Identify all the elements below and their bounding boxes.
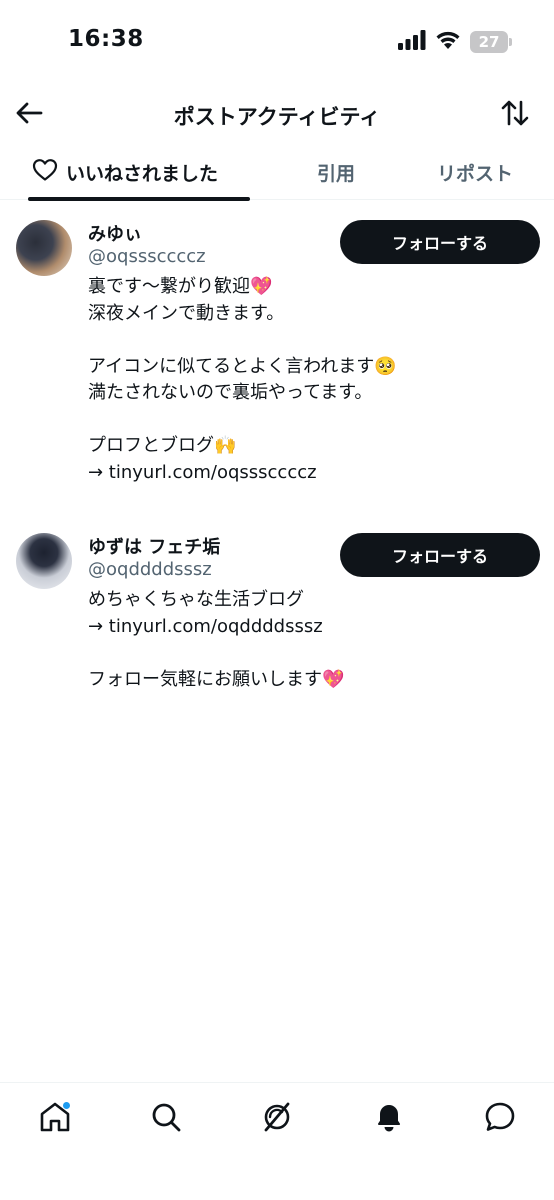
nav-messages[interactable] <box>480 1099 520 1139</box>
follow-button[interactable]: フォローする <box>340 220 540 264</box>
nav-grok[interactable] <box>257 1099 297 1139</box>
cellular-signal-icon <box>398 30 426 54</box>
sort-button[interactable] <box>498 98 532 132</box>
avatar[interactable] <box>16 220 72 276</box>
nav-home[interactable] <box>35 1099 75 1139</box>
status-bar: 16:38 27 <box>0 0 554 80</box>
bio-line <box>88 327 528 354</box>
bio-line <box>88 407 528 434</box>
user-name[interactable]: みゆぃ <box>88 220 142 246</box>
tab-likes-label: いいねされました <box>65 162 218 185</box>
bio-line: プロフとブログ🙌 <box>88 435 237 456</box>
tab-quotes-label: 引用 <box>316 162 355 185</box>
nav-search[interactable] <box>146 1099 186 1139</box>
sort-arrows-icon <box>500 99 530 131</box>
tab-reposts-label: リポスト <box>436 162 513 185</box>
header: ポストアクティビティ <box>0 92 554 138</box>
bio-line: アイコンに似てるとよく言われます🥺 <box>88 355 397 377</box>
wifi-icon <box>435 30 461 54</box>
battery-indicator: 27 <box>470 31 512 53</box>
nav-notifications[interactable] <box>369 1099 409 1139</box>
active-tab-indicator <box>28 197 250 201</box>
bio-link[interactable]: → tinyurl.com/oqddddsssz <box>88 614 528 641</box>
post-activity-screen: 16:38 27 ポストアクティビティ いいねされました 引用 リポスト みゆぃ… <box>0 0 554 1200</box>
bio-line: フォロー気軽にお願いします💖 <box>88 668 345 690</box>
user-bio: めちゃくちゃな生活ブログ → tinyurl.com/oqddddsssz フォ… <box>88 587 528 693</box>
status-time: 16:38 <box>68 26 144 52</box>
bell-icon <box>372 1100 406 1138</box>
user-handle: @oqddddsssz <box>88 559 212 580</box>
user-row[interactable]: ゆずは フェチ垢 @oqddddsssz フォローする めちゃくちゃな生活ブログ… <box>0 533 554 703</box>
user-row[interactable]: みゆぃ @oqsssccccz フォローする 裏です〜繋がり歓迎💖 深夜メインで… <box>0 220 554 500</box>
tab-reposts[interactable]: リポスト <box>410 144 540 200</box>
bottom-navigation <box>0 1082 554 1200</box>
avatar[interactable] <box>16 533 72 589</box>
grok-icon <box>260 1100 294 1138</box>
user-name[interactable]: ゆずは フェチ垢 <box>88 533 220 559</box>
notification-dot <box>62 1101 71 1110</box>
bio-line: 深夜メインで動きます。 <box>88 302 285 324</box>
chat-bubble-icon <box>483 1100 517 1138</box>
bio-line <box>88 640 528 667</box>
user-bio: 裏です〜繋がり歓迎💖 深夜メインで動きます。 アイコンに似てるとよく言われます🥺… <box>88 274 528 486</box>
heart-outline-icon <box>32 158 58 187</box>
bio-line: 満たされないので裏垢やってます。 <box>88 382 373 403</box>
user-handle: @oqsssccccz <box>88 246 206 267</box>
bio-link[interactable]: → tinyurl.com/oqsssccccz <box>88 460 528 487</box>
bio-line: めちゃくちゃな生活ブログ <box>88 589 304 610</box>
status-icons: 27 <box>398 30 512 54</box>
tab-quotes[interactable]: 引用 <box>250 144 422 200</box>
tab-likes[interactable]: いいねされました <box>0 144 250 201</box>
bio-line: 裏です〜繋がり歓迎💖 <box>88 276 273 297</box>
activity-tabs: いいねされました 引用 リポスト <box>0 144 554 201</box>
follow-button[interactable]: フォローする <box>340 533 540 577</box>
page-title: ポストアクティビティ <box>173 105 381 129</box>
search-icon <box>149 1100 183 1138</box>
